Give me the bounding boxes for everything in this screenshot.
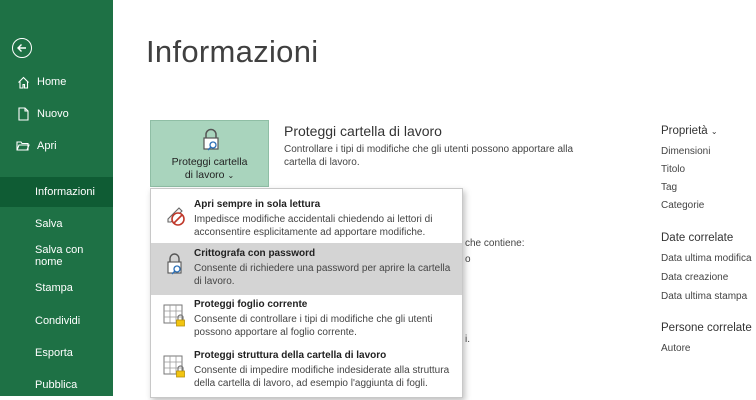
property-label: Categorie	[661, 200, 705, 211]
open-folder-icon	[16, 138, 30, 154]
menu-item-read-only[interactable]: Apri sempre in sola lettura Impedisce mo…	[151, 194, 462, 246]
protect-dropdown-menu: Apri sempre in sola lettura Impedisce mo…	[150, 188, 463, 398]
menu-item-title: Proteggi struttura della cartella di lav…	[194, 350, 387, 361]
lock-key-icon	[201, 128, 221, 157]
date-label: Data ultima stampa	[661, 291, 748, 302]
sidebar-item-label: Stampa	[35, 282, 73, 294]
back-arrow-icon[interactable]	[12, 38, 32, 58]
menu-item-title: Apri sempre in sola lettura	[194, 199, 321, 210]
sidebar-item-nuovo[interactable]: Nuovo	[0, 99, 113, 129]
protect-section-title: Proteggi cartella di lavoro	[284, 123, 442, 139]
behind-text-fragment: che contiene:	[465, 238, 525, 249]
chevron-down-icon: ⌄	[710, 127, 718, 136]
menu-item-description: Impedisce modifiche accidentali chiedend…	[194, 214, 433, 238]
workbook-lock-icon	[162, 353, 188, 379]
sidebar-item-esporta[interactable]: Esporta	[0, 338, 113, 368]
protect-button-label-line2: di lavoro	[184, 169, 225, 181]
menu-item-description: Consente di richiedere una password per …	[194, 263, 451, 287]
menu-item-description: Consente di controllare i tipi di modifi…	[194, 314, 433, 338]
page-title: Informazioni	[146, 34, 319, 69]
sidebar-item-salva[interactable]: Salva	[0, 209, 113, 239]
properties-header[interactable]: Proprietà ⌄	[661, 125, 718, 137]
protect-button-label-line1: Proteggi cartella	[171, 156, 248, 168]
protect-workbook-button[interactable]: Proteggi cartella di lavoro ⌄	[150, 120, 269, 187]
behind-text-fragment: i.	[465, 334, 470, 345]
sidebar-item-label: Informazioni	[35, 186, 95, 198]
properties-header-label: Proprietà	[661, 125, 708, 137]
new-document-icon	[16, 106, 30, 122]
sidebar-item-label: Pubblica	[35, 379, 78, 391]
behind-text-fragment: o	[465, 254, 471, 265]
date-label: Data creazione	[661, 272, 729, 283]
sidebar-item-label: Salva	[35, 218, 63, 230]
property-label: Tag	[661, 182, 678, 193]
lock-key-icon	[162, 251, 188, 277]
sidebar-item-label: Apri	[37, 140, 57, 152]
property-label: Titolo	[661, 164, 686, 175]
sidebar-item-stampa[interactable]: Stampa	[0, 273, 113, 303]
menu-item-protect-sheet[interactable]: Proteggi foglio corrente Consente di con…	[151, 294, 462, 346]
sidebar-item-salva-con-nome[interactable]: Salva con nome	[0, 241, 113, 271]
home-icon	[16, 74, 30, 90]
menu-item-title: Proteggi foglio corrente	[194, 299, 308, 310]
sidebar-item-label: Nuovo	[37, 108, 69, 120]
menu-item-description: Consente di impedire modifiche indesider…	[194, 365, 450, 389]
people-label: Autore	[661, 343, 691, 354]
sheet-lock-icon	[162, 302, 188, 328]
sidebar-item-label: Salva con nome	[35, 244, 84, 268]
no-edit-pencil-icon	[162, 202, 188, 228]
dates-header: Date correlate	[661, 232, 734, 244]
sidebar-item-informazioni[interactable]: Informazioni	[0, 177, 113, 207]
sidebar-item-condividi[interactable]: Condividi	[0, 306, 113, 336]
protect-section-description: Controllare i tipi di modifiche che gli …	[284, 144, 574, 168]
date-label: Data ultima modifica	[661, 253, 752, 264]
menu-item-encrypt-password[interactable]: Crittografa con password Consente di ric…	[151, 243, 462, 295]
chevron-down-icon: ⌄	[227, 171, 235, 180]
menu-item-protect-structure[interactable]: Proteggi struttura della cartella di lav…	[151, 345, 462, 397]
sidebar-item-label: Condividi	[35, 315, 81, 327]
people-header: Persone correlate	[661, 322, 752, 334]
sidebar-item-label: Esporta	[35, 347, 73, 359]
sidebar-item-apri[interactable]: Apri	[0, 131, 113, 161]
sidebar-item-label: Home	[37, 76, 67, 88]
sidebar: Home Nuovo Apri Informazioni Salva Salva…	[0, 0, 113, 396]
menu-item-title: Crittografa con password	[194, 248, 316, 259]
sidebar-item-home[interactable]: Home	[0, 67, 113, 97]
property-label: Dimensioni	[661, 146, 711, 157]
